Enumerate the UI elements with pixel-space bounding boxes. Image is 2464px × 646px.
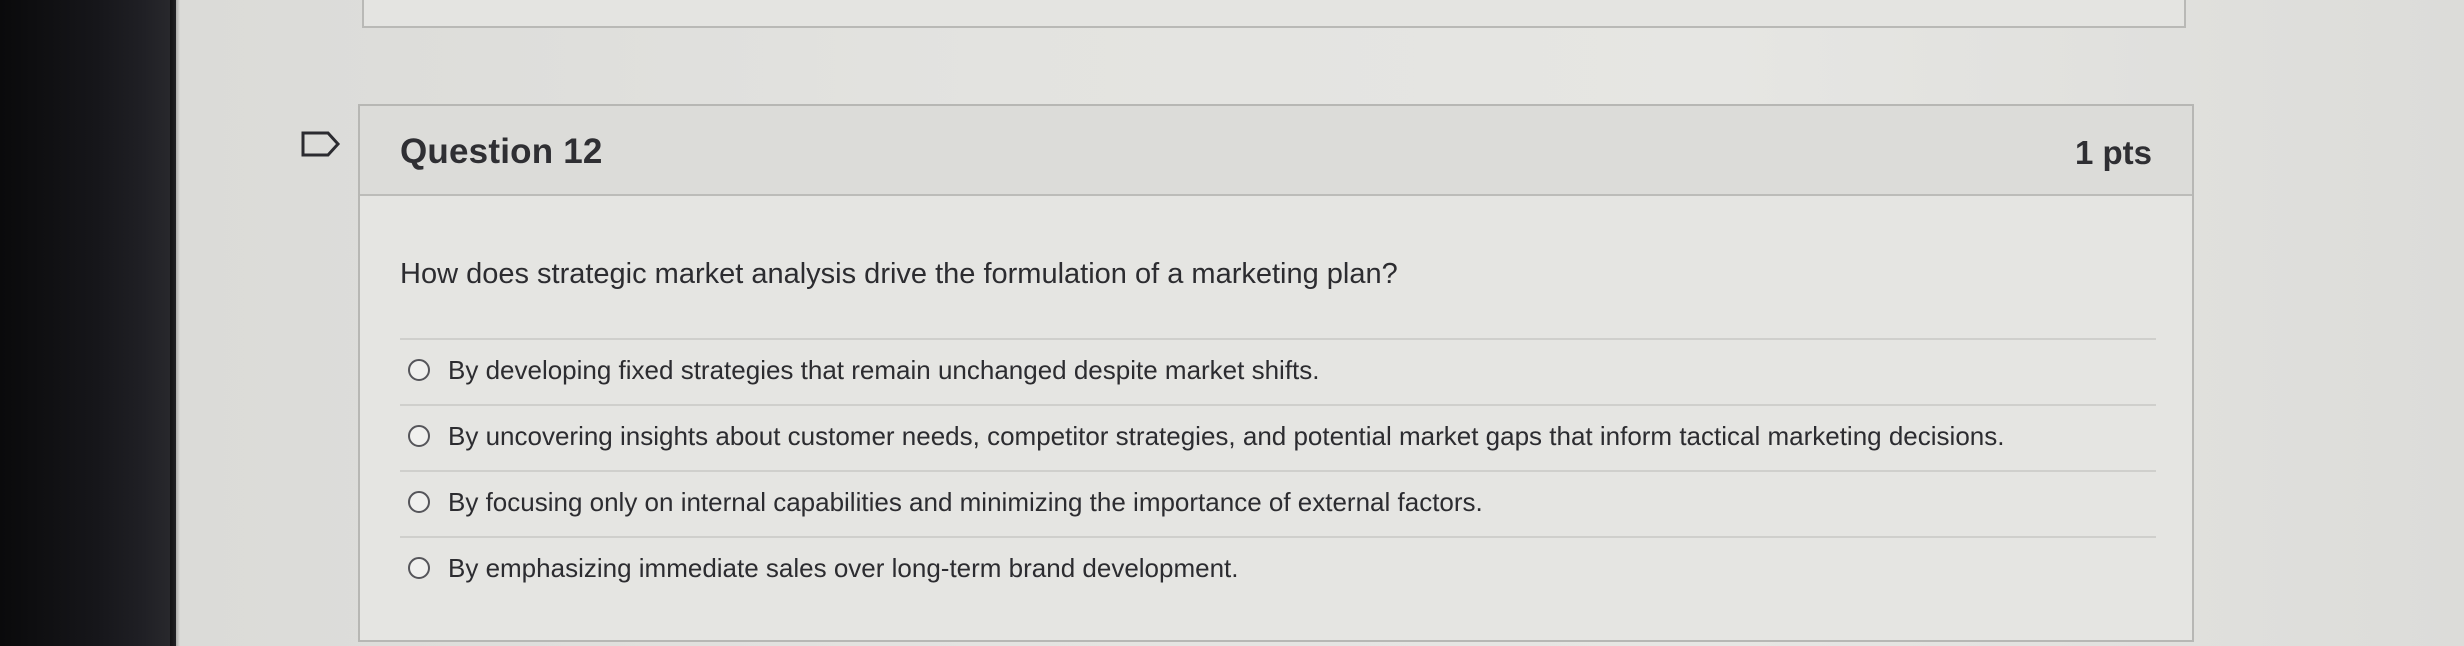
previous-question-card (362, 0, 2186, 28)
radio-button[interactable] (408, 359, 430, 381)
answer-label[interactable]: By uncovering insights about customer ne… (448, 421, 2004, 452)
answer-option[interactable]: By developing fixed strategies that rema… (400, 340, 2156, 406)
flag-outline-icon[interactable] (300, 130, 342, 158)
radio-button[interactable] (408, 491, 430, 513)
question-points: 1 pts (2074, 134, 2152, 171)
answer-label[interactable]: By focusing only on internal capabilitie… (448, 487, 1483, 518)
answer-list: By developing fixed strategies that rema… (400, 338, 2156, 604)
answer-label[interactable]: By developing fixed strategies that rema… (448, 355, 1320, 386)
question-text: How does strategic market analysis drive… (400, 258, 1398, 290)
answer-option[interactable]: By emphasizing immediate sales over long… (400, 538, 2156, 604)
monitor-bezel (0, 0, 176, 646)
radio-button[interactable] (408, 557, 430, 579)
question-title: Question 12 (400, 132, 603, 171)
screen-edge-shadow (170, 0, 180, 646)
question-card: Question 12 1 pts How does strategic mar… (358, 104, 2194, 642)
question-header: Question 12 1 pts (360, 106, 2192, 196)
answer-option[interactable]: By uncovering insights about customer ne… (400, 406, 2156, 472)
answer-option[interactable]: By focusing only on internal capabilitie… (400, 472, 2156, 538)
answer-label[interactable]: By emphasizing immediate sales over long… (448, 553, 1239, 584)
radio-button[interactable] (408, 425, 430, 447)
